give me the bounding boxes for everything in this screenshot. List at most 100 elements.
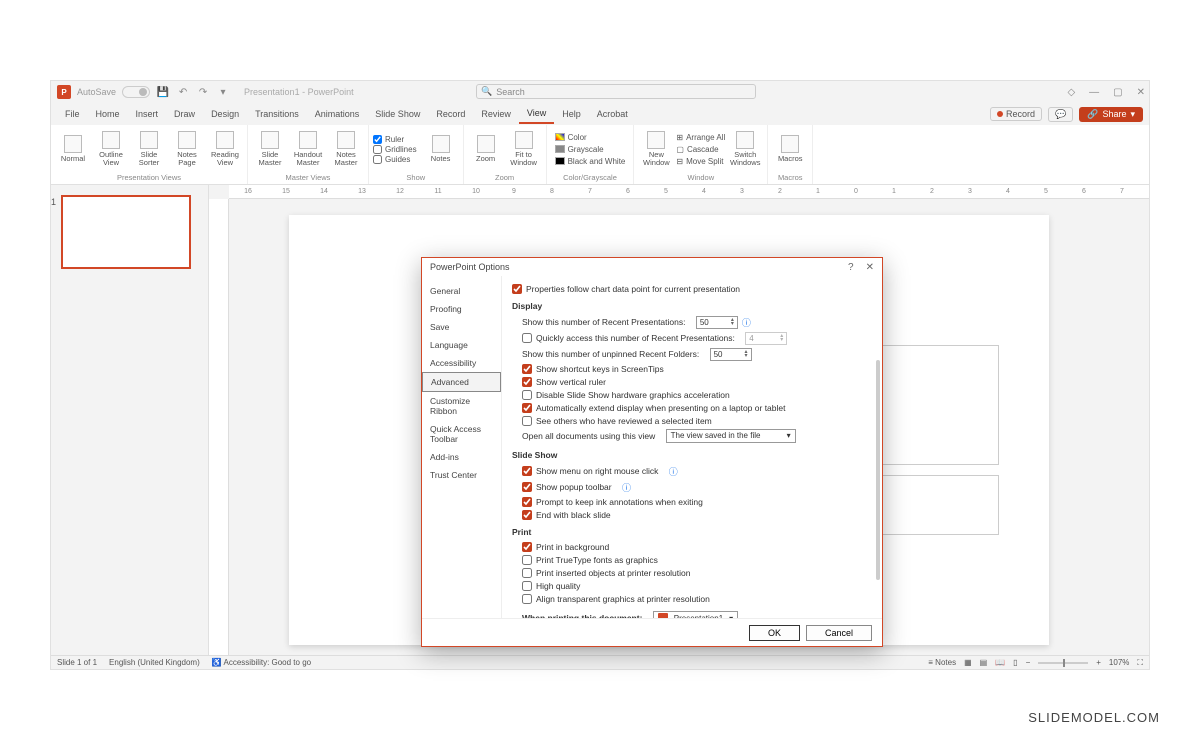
undo-icon[interactable]: ↶	[176, 85, 190, 99]
macros-button[interactable]: Macros	[772, 133, 808, 165]
accessibility-status[interactable]: ♿ Accessibility: Good to go	[212, 658, 311, 667]
redo-icon[interactable]: ↷	[196, 85, 210, 99]
quick-access-checkbox[interactable]	[522, 333, 532, 343]
ok-button[interactable]: OK	[749, 625, 800, 641]
outline-view-button[interactable]: Outline View	[93, 129, 129, 169]
prop-follow-checkbox[interactable]	[512, 284, 522, 294]
close-button[interactable]: ✕	[1137, 87, 1145, 98]
popup-toolbar-checkbox[interactable]	[522, 482, 532, 492]
zoom-slider[interactable]	[1038, 662, 1088, 664]
end-black-checkbox[interactable]	[522, 510, 532, 520]
save-icon[interactable]: 💾	[156, 85, 170, 99]
notes-page-button[interactable]: Notes Page	[169, 129, 205, 169]
tab-review[interactable]: Review	[473, 105, 519, 123]
switch-windows-button[interactable]: Switch Windows	[727, 129, 763, 169]
color-button[interactable]: Color	[555, 132, 626, 143]
zoom-button[interactable]: Zoom	[468, 133, 504, 165]
slide-master-button[interactable]: Slide Master	[252, 129, 288, 169]
scrollbar[interactable]	[876, 360, 880, 580]
move-split-button[interactable]: ⊟Move Split	[676, 156, 725, 167]
nav-addins[interactable]: Add-ins	[422, 448, 501, 466]
tab-record[interactable]: Record	[428, 105, 473, 123]
extend-display-checkbox[interactable]	[522, 403, 532, 413]
slide-sorter-button[interactable]: Slide Sorter	[131, 129, 167, 169]
nav-language[interactable]: Language	[422, 336, 501, 354]
normal-view-button[interactable]: Normal	[55, 133, 91, 165]
truetype-checkbox[interactable]	[522, 555, 532, 565]
nav-accessibility[interactable]: Accessibility	[422, 354, 501, 372]
new-window-button[interactable]: New Window	[638, 129, 674, 169]
tab-design[interactable]: Design	[203, 105, 247, 123]
zoom-percent[interactable]: 107%	[1109, 658, 1129, 667]
slideshow-view-icon[interactable]: ▯	[1013, 658, 1017, 667]
tab-transitions[interactable]: Transitions	[247, 105, 307, 123]
handout-master-button[interactable]: Handout Master	[290, 129, 326, 169]
printing-document-dropdown[interactable]: Presentation1▾	[653, 611, 738, 618]
minimize-button[interactable]: —	[1089, 87, 1099, 98]
prompt-ink-checkbox[interactable]	[522, 497, 532, 507]
maximize-button[interactable]: ▢	[1113, 87, 1122, 98]
nav-proofing[interactable]: Proofing	[422, 300, 501, 318]
share-button[interactable]: 🔗Share▾	[1079, 107, 1143, 122]
nav-trust-center[interactable]: Trust Center	[422, 466, 501, 484]
notes-button[interactable]: Notes	[423, 133, 459, 165]
tab-home[interactable]: Home	[88, 105, 128, 123]
see-others-checkbox[interactable]	[522, 416, 532, 426]
show-menu-checkbox[interactable]	[522, 466, 532, 476]
tab-help[interactable]: Help	[554, 105, 589, 123]
bw-button[interactable]: Black and White	[555, 156, 626, 167]
info-icon[interactable]: ⓘ	[669, 465, 678, 478]
sorter-view-icon[interactable]: ▤	[980, 658, 988, 667]
dialog-close-icon[interactable]: ✕	[866, 262, 874, 273]
tab-file[interactable]: File	[57, 105, 88, 123]
grayscale-button[interactable]: Grayscale	[555, 144, 626, 155]
language-status[interactable]: English (United Kingdom)	[109, 658, 200, 667]
search-input[interactable]: 🔍 Search	[476, 84, 756, 99]
unpinned-folders-spinner[interactable]: 50▴▾	[710, 348, 752, 361]
vertical-ruler-checkbox[interactable]	[522, 377, 532, 387]
slide-counter[interactable]: Slide 1 of 1	[57, 658, 97, 667]
qat-dropdown-icon[interactable]: ▾	[216, 85, 230, 99]
info-icon[interactable]: ⓘ	[622, 481, 631, 494]
inserted-objects-checkbox[interactable]	[522, 568, 532, 578]
info-icon[interactable]: ⓘ	[742, 316, 751, 329]
notes-toggle[interactable]: ≡ Notes	[928, 658, 956, 667]
shortcut-keys-checkbox[interactable]	[522, 364, 532, 374]
tab-view[interactable]: View	[519, 104, 554, 124]
reading-view-icon[interactable]: 📖	[995, 658, 1005, 667]
disable-hw-checkbox[interactable]	[522, 390, 532, 400]
print-bg-checkbox[interactable]	[522, 542, 532, 552]
tab-draw[interactable]: Draw	[166, 105, 203, 123]
ribbon-display-icon[interactable]: ◇	[1067, 87, 1075, 98]
gridlines-checkbox[interactable]: Gridlines	[373, 145, 417, 154]
autosave-toggle[interactable]	[122, 86, 150, 98]
align-transparent-checkbox[interactable]	[522, 594, 532, 604]
zoom-out[interactable]: −	[1026, 658, 1031, 667]
nav-save[interactable]: Save	[422, 318, 501, 336]
nav-customize-ribbon[interactable]: Customize Ribbon	[422, 392, 501, 420]
nav-general[interactable]: General	[422, 282, 501, 300]
ruler-checkbox[interactable]: Ruler	[373, 135, 417, 144]
nav-qat[interactable]: Quick Access Toolbar	[422, 420, 501, 448]
zoom-in[interactable]: +	[1096, 658, 1101, 667]
cascade-button[interactable]: ▢Cascade	[676, 144, 725, 155]
guides-checkbox[interactable]: Guides	[373, 155, 417, 164]
high-quality-checkbox[interactable]	[522, 581, 532, 591]
nav-advanced[interactable]: Advanced	[422, 372, 501, 392]
reading-view-button[interactable]: Reading View	[207, 129, 243, 169]
comments-button[interactable]: 💬	[1048, 107, 1073, 122]
fit-window-button[interactable]: Fit to Window	[506, 129, 542, 169]
recent-presentations-spinner[interactable]: 50▴▾	[696, 316, 738, 329]
tab-slideshow[interactable]: Slide Show	[367, 105, 428, 123]
notes-master-button[interactable]: Notes Master	[328, 129, 364, 169]
slide-thumbnail-panel[interactable]: 1	[51, 185, 209, 655]
open-docs-dropdown[interactable]: The view saved in the file▾	[666, 429, 796, 443]
slide-thumbnail-1[interactable]: 1	[61, 195, 191, 269]
tab-animations[interactable]: Animations	[307, 105, 368, 123]
fit-icon[interactable]: ⛶	[1137, 658, 1143, 668]
normal-view-icon[interactable]: ▦	[964, 658, 972, 667]
cancel-button[interactable]: Cancel	[806, 625, 872, 641]
arrange-all-button[interactable]: ⊞Arrange All	[676, 132, 725, 143]
dialog-content[interactable]: Properties follow chart data point for c…	[502, 276, 882, 618]
dialog-help-icon[interactable]: ?	[848, 262, 854, 273]
